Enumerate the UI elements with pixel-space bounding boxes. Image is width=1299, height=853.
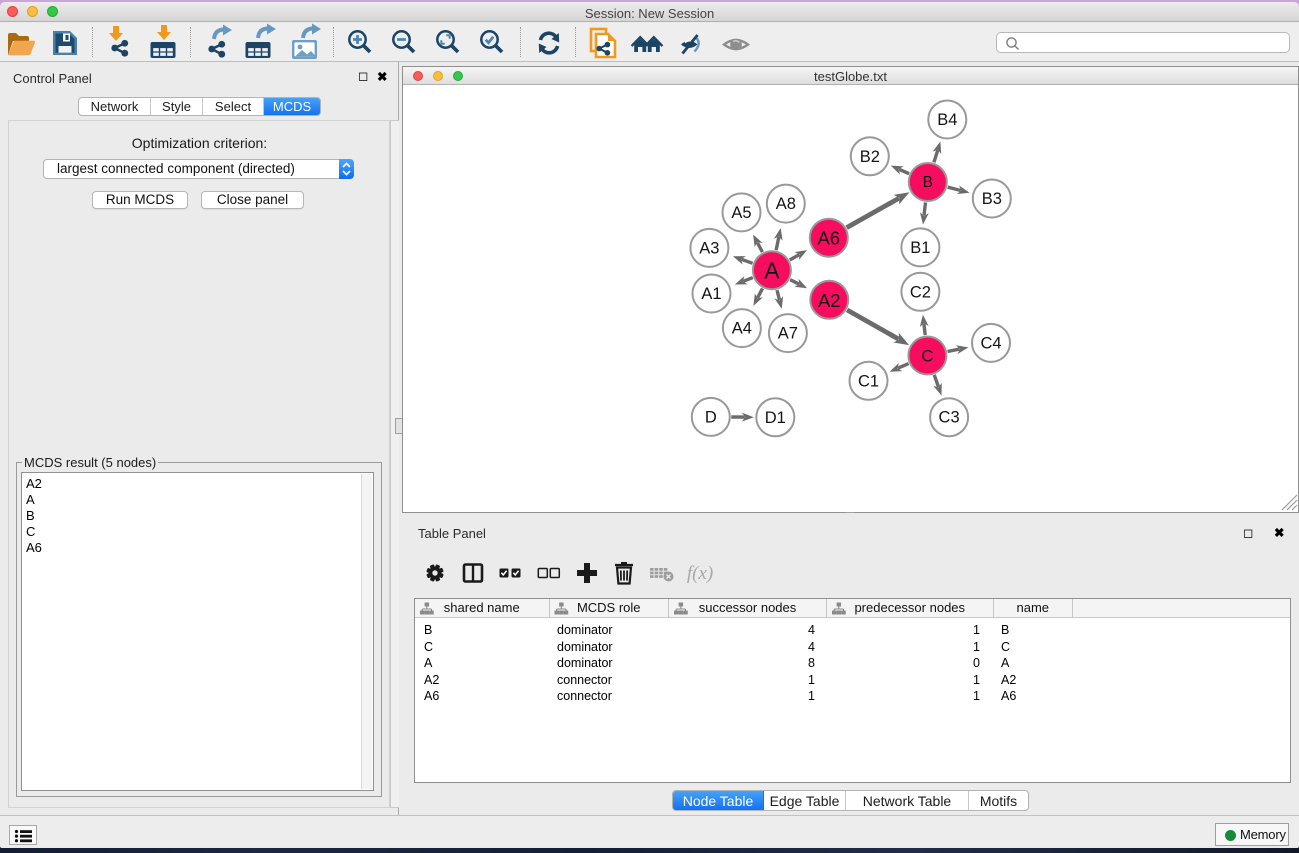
svg-text:B: B [923, 174, 933, 191]
svg-text:A: A [764, 258, 780, 284]
svg-text:C3: C3 [939, 409, 960, 427]
svg-text:A4: A4 [732, 320, 752, 338]
svg-text:D: D [705, 408, 717, 426]
svg-text:f(x): f(x) [687, 563, 713, 584]
svg-text:A5: A5 [731, 204, 751, 222]
svg-text:B1: B1 [910, 239, 930, 257]
svg-text:A2: A2 [818, 290, 841, 311]
svg-text:A1: A1 [701, 285, 721, 303]
svg-text:C1: C1 [858, 372, 879, 390]
svg-text:C2: C2 [910, 283, 931, 301]
svg-text:B3: B3 [982, 190, 1002, 208]
svg-text:A8: A8 [776, 195, 796, 213]
svg-text:C: C [921, 347, 933, 366]
svg-text:A7: A7 [778, 325, 798, 343]
svg-text:B4: B4 [937, 111, 957, 129]
svg-text:A6: A6 [817, 228, 840, 249]
svg-text:B2: B2 [860, 148, 880, 166]
svg-text:D1: D1 [765, 409, 786, 427]
svg-text:A3: A3 [699, 239, 719, 257]
svg-text:C4: C4 [980, 334, 1001, 352]
